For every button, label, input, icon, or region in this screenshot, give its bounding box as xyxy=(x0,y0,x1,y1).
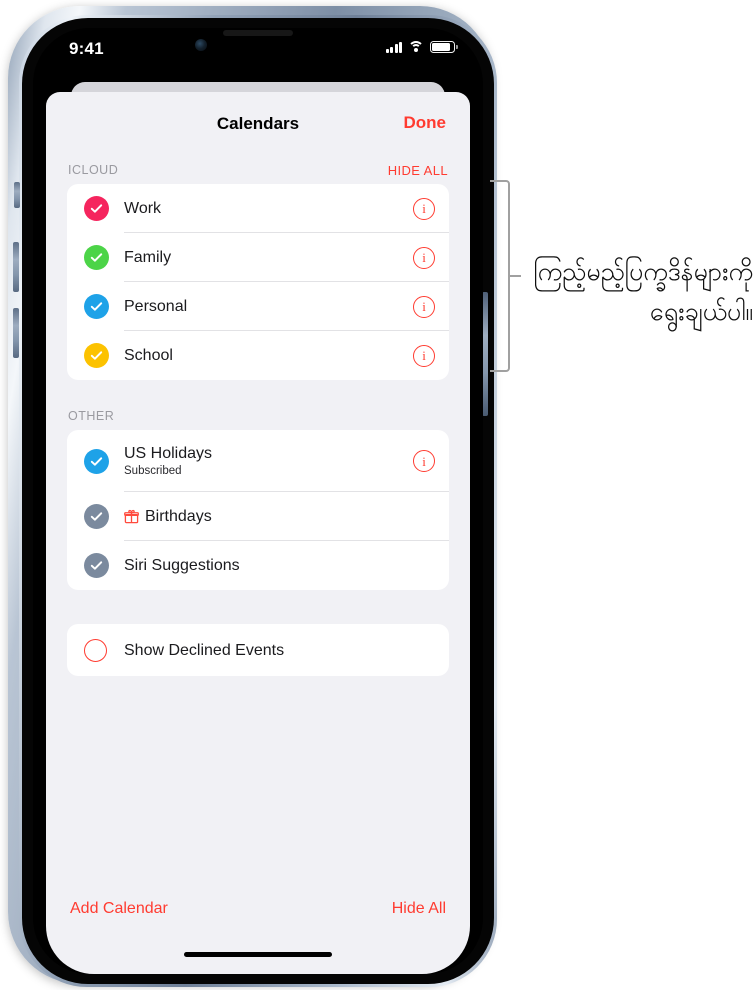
info-icon[interactable]: i xyxy=(413,344,435,367)
add-calendar-button[interactable]: Add Calendar xyxy=(70,900,168,918)
phone-screen: 9:41 Calendars Done ICLOUD HIDE ALL Work… xyxy=(33,28,483,974)
row-content: US Holidays Subscribed xyxy=(124,444,413,478)
screenshot-stage: 9:41 Calendars Done ICLOUD HIDE ALL Work… xyxy=(0,0,755,990)
wifi-icon xyxy=(408,41,424,53)
table-row[interactable]: US Holidays Subscribed i xyxy=(67,430,449,492)
gift-icon xyxy=(124,509,139,524)
table-row[interactable]: School i xyxy=(67,331,449,380)
volume-down-button[interactable] xyxy=(13,308,19,358)
volume-up-button[interactable] xyxy=(13,242,19,292)
done-button[interactable]: Done xyxy=(404,113,447,133)
checkmark-icon[interactable] xyxy=(84,196,109,221)
calendar-name: US Holidays xyxy=(124,445,213,462)
info-icon[interactable]: i xyxy=(413,450,435,472)
front-camera-icon xyxy=(195,39,207,51)
earpiece-speaker xyxy=(223,30,293,36)
calendar-group-other: US Holidays Subscribed i Birthdays Siri … xyxy=(67,430,449,590)
setting-label: Show Declined Events xyxy=(124,641,285,659)
row-content: Family xyxy=(124,248,413,267)
unchecked-circle-icon[interactable] xyxy=(84,638,107,662)
calendar-name: Family xyxy=(124,249,172,266)
info-icon[interactable]: i xyxy=(413,197,435,220)
calendar-name: Birthdays xyxy=(145,508,212,525)
checkmark-icon[interactable] xyxy=(84,553,109,578)
declined-events-group: Show Declined Events xyxy=(67,624,449,676)
checkmark-icon[interactable] xyxy=(84,448,109,474)
callout-pointer-line xyxy=(510,275,521,277)
row-content: Birthdays xyxy=(124,507,435,526)
section-label-other: OTHER xyxy=(68,409,115,423)
hide-all-button[interactable]: Hide All xyxy=(392,900,446,918)
row-content: Personal xyxy=(124,297,413,316)
checkmark-icon[interactable] xyxy=(84,294,109,319)
sheet-header: Calendars Done xyxy=(46,92,470,144)
table-row[interactable]: Show Declined Events xyxy=(67,624,449,676)
row-content: Work xyxy=(124,199,413,218)
status-bar-time: 9:41 xyxy=(69,39,104,58)
calendar-name: Siri Suggestions xyxy=(124,557,240,574)
section-header-other: OTHER xyxy=(46,402,470,430)
info-icon[interactable]: i xyxy=(413,295,435,318)
table-row[interactable]: Personal i xyxy=(67,282,449,331)
calendars-sheet: Calendars Done ICLOUD HIDE ALL Work i Fa… xyxy=(46,92,470,974)
section-header-icloud: ICLOUD HIDE ALL xyxy=(46,156,470,184)
hide-all-link[interactable]: HIDE ALL xyxy=(388,163,448,178)
checkmark-icon[interactable] xyxy=(84,245,109,270)
table-row[interactable]: Birthdays xyxy=(67,492,449,541)
status-bar-indicators xyxy=(385,41,458,53)
calendar-name-with-icon: Birthdays xyxy=(124,507,435,526)
checkmark-icon[interactable] xyxy=(84,343,109,368)
calendar-subtitle: Subscribed xyxy=(124,465,182,477)
calendar-group-icloud: Work i Family i Personal i School i xyxy=(67,184,449,380)
checkmark-icon[interactable] xyxy=(84,504,109,529)
cellular-signal-icon xyxy=(385,41,402,53)
table-row[interactable]: Work i xyxy=(67,184,449,233)
row-content: School xyxy=(124,346,413,365)
silent-switch-button[interactable] xyxy=(14,182,20,208)
section-label-icloud: ICLOUD xyxy=(68,163,119,177)
table-row[interactable]: Siri Suggestions xyxy=(67,541,449,590)
row-content: Show Declined Events xyxy=(124,641,435,660)
callout-text: ကြည့်မည့်ပြက္ခဒိန်များကိုရွေးချယ်ပါ။ xyxy=(533,257,753,326)
row-content: Siri Suggestions xyxy=(124,556,435,575)
info-icon[interactable]: i xyxy=(413,246,435,269)
home-indicator[interactable] xyxy=(184,951,332,957)
phone-frame-outer: 9:41 Calendars Done ICLOUD HIDE ALL Work… xyxy=(8,6,497,987)
callout-bracket xyxy=(490,180,510,372)
notch xyxy=(161,28,355,60)
calendar-name: Personal xyxy=(124,298,188,315)
calendar-name: School xyxy=(124,347,173,364)
calendar-name: Work xyxy=(124,200,162,217)
sheet-bottom-bar: Add Calendar Hide All xyxy=(46,900,470,918)
table-row[interactable]: Family i xyxy=(67,233,449,282)
battery-icon xyxy=(430,41,458,53)
